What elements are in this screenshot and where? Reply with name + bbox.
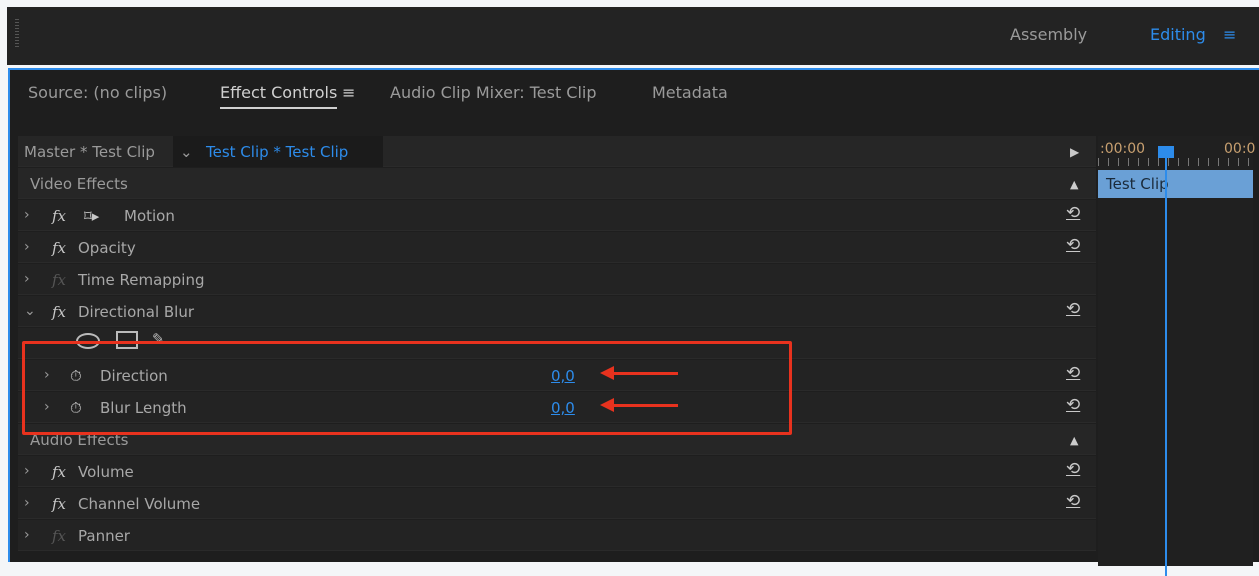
- chevron-right-icon[interactable]: ›: [24, 271, 30, 287]
- effect-label: Opacity: [78, 239, 136, 257]
- panel-menu-icon[interactable]: ≡: [342, 83, 355, 102]
- effect-row-opacity[interactable]: › fx Opacity ⟲: [18, 232, 1096, 263]
- chevron-right-icon[interactable]: ›: [24, 495, 30, 511]
- chevron-right-icon[interactable]: ›: [24, 207, 30, 223]
- clip-bar[interactable]: Test Clip: [1098, 170, 1253, 198]
- reset-icon[interactable]: ⟲: [1066, 363, 1080, 383]
- fx-icon[interactable]: fx: [52, 495, 66, 513]
- fx-icon: fx: [52, 527, 67, 545]
- tab-source[interactable]: Source: (no clips): [28, 83, 167, 102]
- transform-icon[interactable]: ⌑▸: [84, 207, 99, 225]
- mini-timeline[interactable]: :00:00 00:0 Test Clip: [1098, 136, 1256, 576]
- workspace-editing[interactable]: Editing: [1150, 25, 1206, 44]
- timecode: 00:0: [1224, 141, 1256, 157]
- reset-icon[interactable]: ⟲: [1066, 491, 1080, 511]
- chevron-right-icon[interactable]: ›: [24, 239, 30, 255]
- chevron-down-icon[interactable]: ⌄: [180, 143, 193, 161]
- tab-metadata[interactable]: Metadata: [652, 83, 728, 102]
- effect-label: Panner: [78, 527, 130, 545]
- arrow-icon: [600, 366, 678, 380]
- play-icon[interactable]: ▶: [1070, 145, 1079, 159]
- chevron-right-icon[interactable]: ›: [24, 463, 30, 479]
- clip-selector: Master * Test Clip ⌄ Test Clip * Test Cl…: [18, 136, 1096, 167]
- fx-icon[interactable]: fx: [52, 239, 66, 257]
- fx-icon[interactable]: fx: [52, 303, 66, 321]
- time-ruler: [1098, 158, 1253, 166]
- effect-row-motion[interactable]: › fx ⌑▸ Motion ⟲: [18, 200, 1096, 231]
- effect-label: Volume: [78, 463, 134, 481]
- effect-row-volume[interactable]: › fx Volume ⟲: [18, 456, 1096, 487]
- fx-icon[interactable]: fx: [52, 207, 66, 225]
- collapse-icon[interactable]: ▲: [1070, 434, 1078, 447]
- effect-row-channel-volume[interactable]: › fx Channel Volume ⟲: [18, 488, 1096, 519]
- reset-icon[interactable]: ⟲: [1066, 299, 1080, 319]
- top-bar: Assembly Editing ≡: [7, 7, 1259, 65]
- effect-label: Time Remapping: [78, 271, 205, 289]
- section-label: Video Effects: [30, 175, 128, 193]
- effect-label: Directional Blur: [78, 303, 195, 321]
- collapse-icon[interactable]: ▲: [1070, 178, 1078, 191]
- master-clip[interactable]: Master * Test Clip: [24, 143, 155, 161]
- workspace-assembly[interactable]: Assembly: [1010, 25, 1087, 44]
- effect-controls-panel: Source: (no clips) Effect Controls ≡ Aud…: [8, 68, 1259, 576]
- fx-icon[interactable]: fx: [52, 463, 66, 481]
- reset-icon[interactable]: ⟲: [1066, 459, 1080, 479]
- playhead-line[interactable]: [1165, 156, 1167, 576]
- tab-audio-clip-mixer[interactable]: Audio Clip Mixer: Test Clip: [390, 83, 597, 102]
- effect-row-time-remapping[interactable]: › fx Time Remapping: [18, 264, 1096, 295]
- workspace-menu-icon[interactable]: ≡: [1223, 25, 1236, 44]
- timecode: :00:00: [1100, 141, 1146, 157]
- drag-handle[interactable]: [15, 19, 19, 49]
- reset-icon[interactable]: ⟲: [1066, 235, 1080, 255]
- chevron-right-icon[interactable]: ›: [24, 527, 30, 543]
- fx-icon: fx: [52, 271, 67, 289]
- active-clip[interactable]: Test Clip * Test Clip: [206, 143, 348, 161]
- video-effects-header: Video Effects ▲: [18, 168, 1096, 199]
- chevron-down-icon[interactable]: ⌄: [24, 303, 36, 319]
- arrow-icon: [600, 398, 678, 412]
- effect-row-directional-blur[interactable]: ⌄ fx Directional Blur ⟲: [18, 296, 1096, 327]
- highlight-box: [22, 341, 792, 435]
- effect-label: Channel Volume: [78, 495, 201, 513]
- tab-effect-controls[interactable]: Effect Controls: [220, 83, 338, 109]
- effect-row-panner[interactable]: › fx Panner: [18, 520, 1096, 551]
- effect-label: Motion: [124, 207, 175, 225]
- reset-icon[interactable]: ⟲: [1066, 395, 1080, 415]
- reset-icon[interactable]: ⟲: [1066, 203, 1080, 223]
